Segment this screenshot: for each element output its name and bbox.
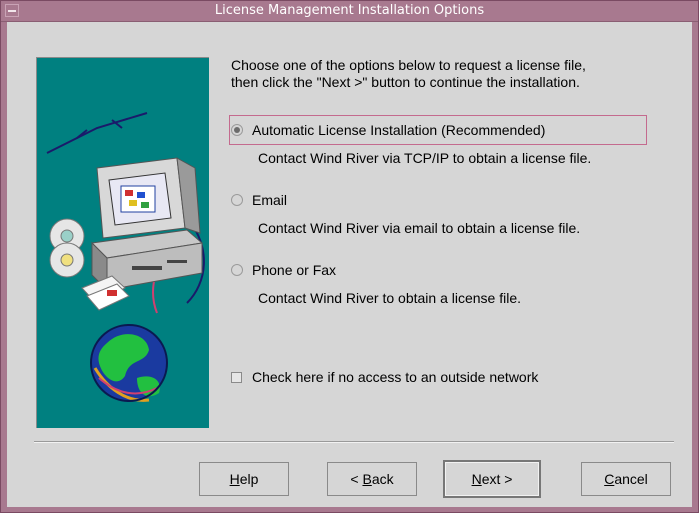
option-description-email: Contact Wind River via email to obtain a… (258, 220, 581, 236)
option-description-automatic: Contact Wind River via TCP/IP to obtain … (258, 150, 592, 166)
cancel-button-mnemonic: C (604, 471, 615, 487)
computer-monitor-icon (96, 157, 201, 239)
window-bottom-border (1, 507, 698, 512)
radio-unselected-icon[interactable] (231, 264, 243, 276)
radio-phone-fax[interactable]: Phone or Fax (231, 260, 336, 280)
title-bar: License Management Installation Options (1, 1, 698, 22)
instructions-line-1: Choose one of the options below to reque… (231, 57, 586, 73)
back-button[interactable]: < Back (327, 462, 417, 496)
cancel-button[interactable]: Cancel (581, 462, 671, 496)
cd-disc-icon (49, 218, 85, 278)
window-right-border (692, 22, 698, 512)
next-button[interactable]: Next > (443, 460, 541, 498)
globe-icon (90, 324, 168, 402)
button-separator (34, 441, 674, 443)
instructions-line-2: then click the "Next >" button to contin… (231, 74, 580, 90)
installer-dialog-window: License Management Installation Options (0, 0, 699, 513)
radio-label-phone-fax: Phone or Fax (252, 262, 337, 278)
window-title: License Management Installation Options (214, 3, 485, 18)
radio-email[interactable]: Email (231, 190, 287, 210)
radio-automatic-license[interactable]: Automatic License Installation (Recommen… (231, 120, 545, 140)
radio-selected-icon[interactable] (231, 124, 243, 136)
next-button-label: ext > (481, 471, 513, 487)
radio-label-email: Email (252, 192, 288, 208)
network-wire-icon (46, 112, 148, 154)
help-button-mnemonic: H (229, 471, 240, 487)
help-button[interactable]: Help (199, 462, 289, 496)
cancel-button-label: ancel (614, 471, 648, 487)
radio-label-automatic: Automatic License Installation (Recommen… (252, 122, 546, 138)
no-network-checkbox[interactable] (231, 371, 242, 383)
next-button-mnemonic: N (471, 471, 482, 487)
dialog-content: Choose one of the options below to reque… (7, 22, 692, 507)
computer-globe-illustration (46, 112, 205, 402)
help-button-label: elp (239, 471, 259, 487)
back-button-prefix: < (350, 471, 363, 487)
no-network-checkbox-label: Check here if no access to an outside ne… (252, 369, 539, 385)
option-description-phone-fax: Contact Wind River to obtain a license f… (258, 290, 522, 306)
installer-illustration (36, 57, 209, 428)
back-button-mnemonic: B (362, 471, 372, 487)
instructions-text: Choose one of the options below to reque… (231, 57, 651, 91)
radio-unselected-icon[interactable] (231, 194, 243, 206)
back-button-label: ack (371, 471, 394, 487)
no-network-checkbox-row[interactable]: Check here if no access to an outside ne… (231, 367, 538, 387)
